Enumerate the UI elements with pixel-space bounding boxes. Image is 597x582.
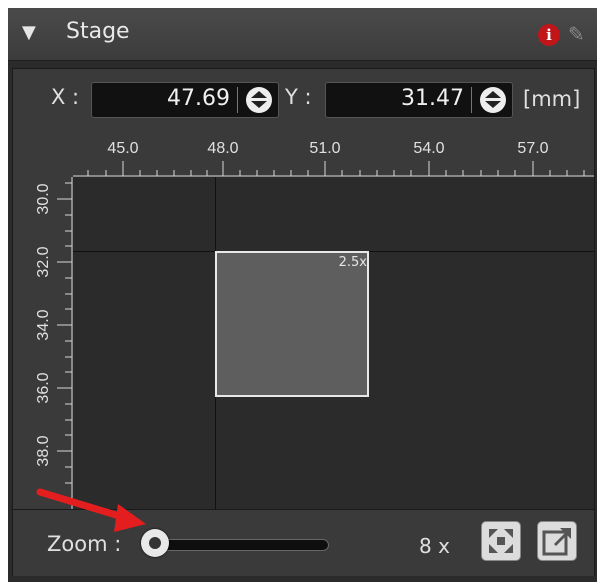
panel-titlebar[interactable]: ▼ Stage i ✎ [8,8,597,61]
y-label: Y : [285,85,312,109]
zoom-slider-handle[interactable] [141,529,169,557]
x-tick-label: 54.0 [413,140,444,157]
x-tick-label: 45.0 [107,140,138,157]
y-tick-label: 32.0 [35,246,52,277]
coordinate-bar: X : 47.69 Y : 31.47 [mm] [13,69,594,131]
x-tick-label: 48.0 [207,140,238,157]
zoom-slider-track[interactable] [143,539,329,551]
x-label: X : [51,85,80,109]
stage-body: X : 47.69 Y : 31.47 [mm] 45.0 48.0 51.0 … [12,68,595,576]
horizontal-ruler-ticks: 45.0 48.0 51.0 54.0 57.0 [73,140,594,177]
pop-out-icon [542,528,571,556]
pop-out-button[interactable] [537,521,577,561]
stage-panel: ▼ Stage i ✎ X : 47.69 Y : 31.47 [mm] 45.… [8,8,597,582]
x-coordinate-field[interactable]: 47.69 [91,82,279,118]
y-tick-label: 36.0 [35,372,52,403]
vertical-ruler-ticks: 30.0 32.0 34.0 36.0 38.0 [35,177,73,509]
field-separator [471,87,472,113]
y-spinner-icon[interactable] [480,87,506,113]
panel-title: Stage [66,19,130,44]
info-icon[interactable]: i [538,24,560,46]
y-tick-label: 30.0 [35,183,52,214]
zoom-label: Zoom : [47,532,122,556]
fit-to-view-button[interactable] [481,521,521,561]
fit-to-view-icon [489,529,513,553]
horizontal-ruler: 45.0 48.0 51.0 54.0 57.0 [13,131,594,177]
y-tick-label: 34.0 [35,309,52,340]
x-coordinate-value[interactable]: 47.69 [167,86,230,111]
collapse-arrow-icon[interactable]: ▼ [22,22,36,43]
y-coordinate-value[interactable]: 31.47 [401,86,464,111]
objective-magnification-label: 2.5x [338,255,367,270]
zoom-value: 8 x [419,534,450,558]
x-spinner-icon[interactable] [246,87,272,113]
y-tick-label: 38.0 [35,435,52,466]
x-tick-label: 51.0 [309,140,340,157]
x-tick-label: 57.0 [517,140,548,157]
stage-canvas[interactable]: 2.5x [73,177,594,509]
y-coordinate-field[interactable]: 31.47 [325,82,513,118]
unit-label: [mm] [523,87,581,111]
pin-icon[interactable]: ✎ [568,22,585,46]
zoom-bar: Zoom : 8 x [13,509,594,576]
field-of-view-box[interactable]: 2.5x [215,251,369,397]
field-separator [237,87,238,113]
vertical-ruler: 30.0 32.0 34.0 36.0 38.0 [13,177,73,509]
